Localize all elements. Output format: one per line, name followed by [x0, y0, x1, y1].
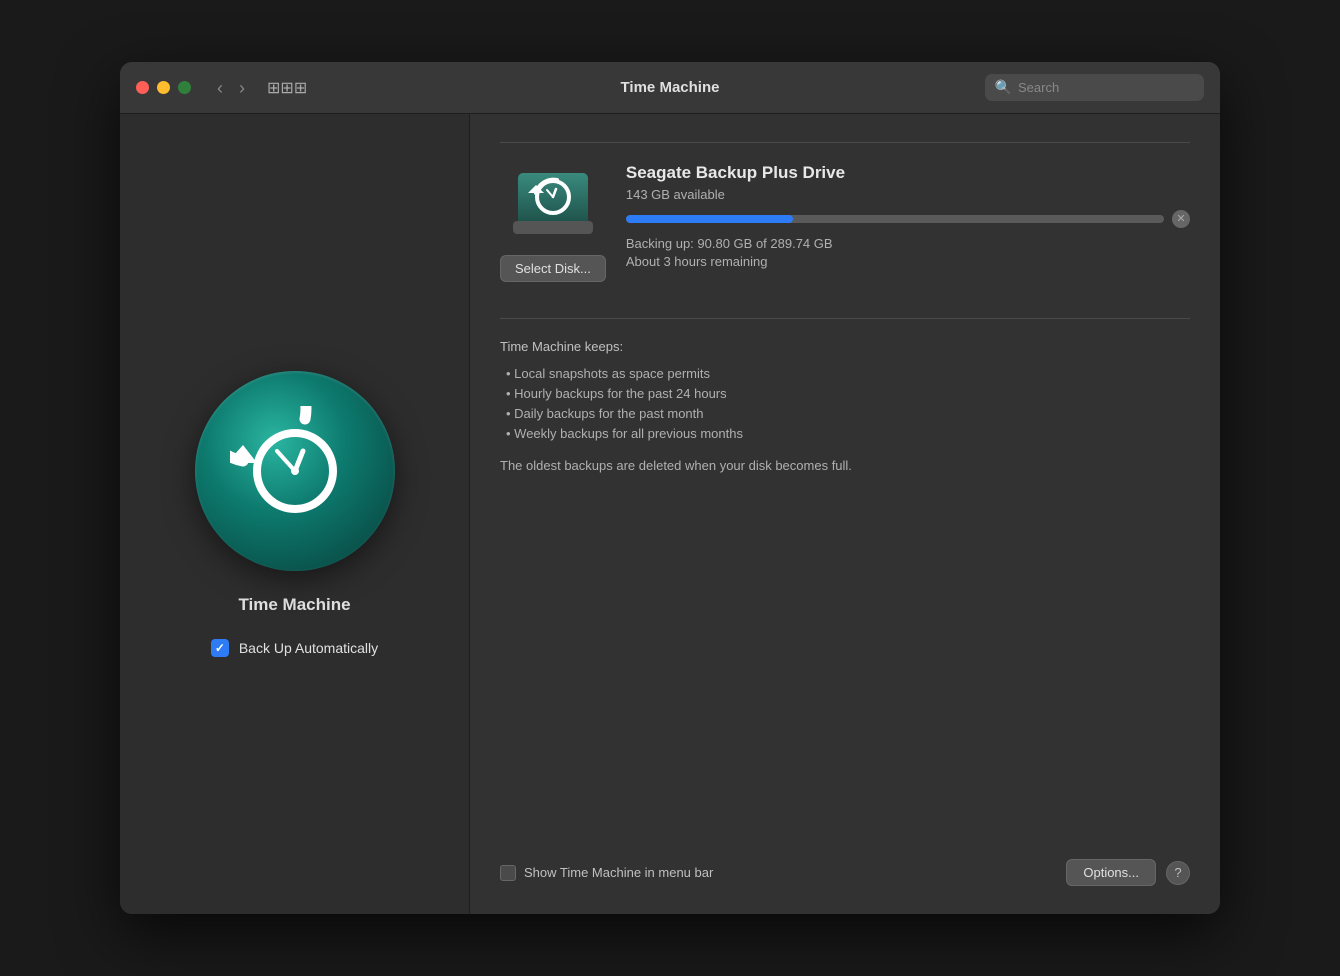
drive-svg	[513, 163, 593, 243]
top-divider	[500, 142, 1190, 143]
forward-button[interactable]: ›	[233, 77, 251, 99]
options-button[interactable]: Options...	[1066, 859, 1156, 886]
cancel-backup-button[interactable]: ✕	[1172, 210, 1190, 228]
time-machine-icon	[195, 371, 395, 571]
grid-view-button[interactable]: ⊞⊞⊞	[261, 76, 313, 100]
progress-container: ✕	[626, 210, 1190, 228]
drive-icon-area: Select Disk...	[500, 163, 606, 282]
window-title: Time Machine	[621, 79, 720, 96]
middle-divider	[500, 318, 1190, 319]
clock-graphic	[230, 406, 360, 536]
right-panel: Select Disk... Seagate Backup Plus Drive…	[470, 114, 1220, 914]
checkmark-icon: ✓	[215, 641, 225, 655]
minimize-button[interactable]	[157, 81, 170, 94]
progress-bar-background	[626, 215, 1164, 223]
drive-section: Select Disk... Seagate Backup Plus Drive…	[500, 163, 1190, 282]
search-icon: 🔍	[995, 79, 1012, 96]
info-section: Time Machine keeps: Local snapshots as s…	[500, 339, 1190, 843]
backup-status: Backing up: 90.80 GB of 289.74 GB	[626, 236, 1190, 251]
titlebar: ‹ › ⊞⊞⊞ Time Machine 🔍	[120, 62, 1220, 114]
drive-info: Seagate Backup Plus Drive 143 GB availab…	[626, 163, 1190, 269]
system-preferences-window: ‹ › ⊞⊞⊞ Time Machine 🔍	[120, 62, 1220, 914]
icon-label: Time Machine	[238, 595, 350, 615]
info-note: The oldest backups are deleted when your…	[500, 457, 1190, 475]
backup-auto-label: Back Up Automatically	[239, 640, 378, 656]
bottom-row: Show Time Machine in menu bar Options...…	[500, 843, 1190, 886]
search-box[interactable]: 🔍	[985, 74, 1204, 101]
show-menu-row: Show Time Machine in menu bar	[500, 865, 1066, 881]
progress-bar-fill	[626, 215, 793, 223]
left-panel: Time Machine ✓ Back Up Automatically	[120, 114, 470, 914]
close-button[interactable]	[136, 81, 149, 94]
backup-auto-row: ✓ Back Up Automatically	[211, 639, 378, 657]
show-menu-label: Show Time Machine in menu bar	[524, 865, 713, 880]
show-menu-checkbox[interactable]	[500, 865, 516, 881]
traffic-lights	[136, 81, 191, 94]
drive-name: Seagate Backup Plus Drive	[626, 163, 1190, 183]
time-remaining: About 3 hours remaining	[626, 254, 1190, 269]
list-item: Daily backups for the past month	[500, 406, 1190, 421]
list-item: Local snapshots as space permits	[500, 366, 1190, 381]
list-item: Hourly backups for the past 24 hours	[500, 386, 1190, 401]
main-content: Time Machine ✓ Back Up Automatically	[120, 114, 1220, 914]
nav-buttons: ‹ ›	[211, 77, 251, 99]
list-item: Weekly backups for all previous months	[500, 426, 1190, 441]
maximize-button[interactable]	[178, 81, 191, 94]
search-input[interactable]	[1018, 80, 1194, 95]
cancel-icon: ✕	[1176, 214, 1185, 225]
backup-auto-checkbox[interactable]: ✓	[211, 639, 229, 657]
select-disk-button[interactable]: Select Disk...	[500, 255, 606, 282]
drive-available: 143 GB available	[626, 187, 1190, 202]
info-title: Time Machine keeps:	[500, 339, 1190, 354]
clock-svg	[230, 406, 360, 536]
help-button[interactable]: ?	[1166, 861, 1190, 885]
info-list: Local snapshots as space permits Hourly …	[500, 366, 1190, 441]
back-button[interactable]: ‹	[211, 77, 229, 99]
drive-icon	[513, 163, 593, 243]
